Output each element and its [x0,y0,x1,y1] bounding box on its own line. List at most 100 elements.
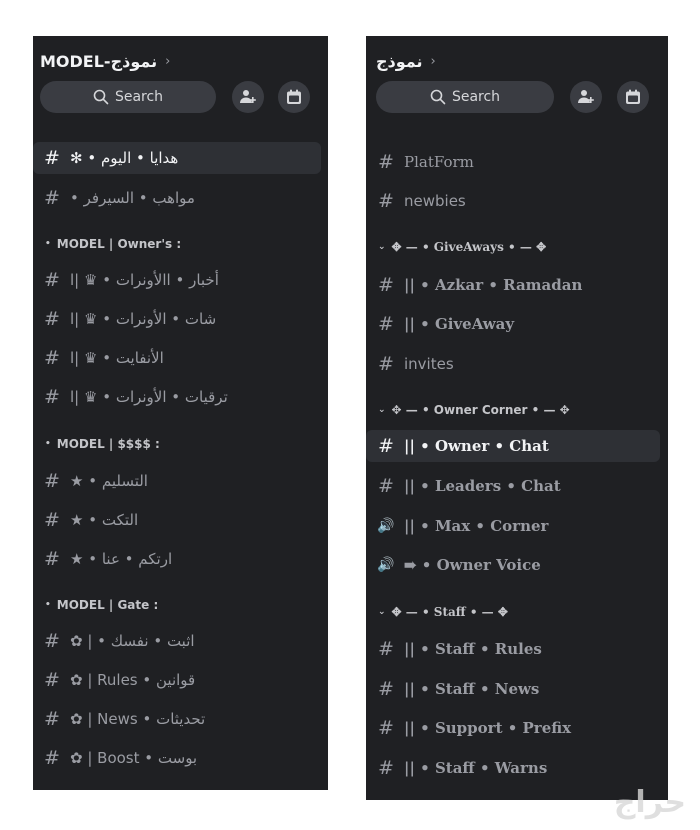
chevron-down-icon: ⌄ [378,242,386,252]
channel-row[interactable]: # ✿ | News • تحديثات [33,703,321,735]
category-name: MODEL | $$$$ : [56,437,160,451]
voice-channel-row[interactable]: 🔊 ➠ • Owner Voice [366,549,660,581]
channel-name: || • GiveAway [404,315,515,333]
search-button[interactable]: Search [40,81,216,113]
channel-row[interactable]: # أخبار • االأونرات • ♛ |ا [33,264,321,296]
channel-name: شات • الأونرات • ♛ |ا [70,310,217,328]
hashtag-icon: # [378,274,394,296]
channel-name: || • Support • Prefix [404,719,572,737]
hashtag-icon: # [378,313,394,335]
category-header[interactable]: ⌄ ✥ — • GiveAways • — ✥ [378,237,546,257]
channel-name: ★ • ارتكم • عنا [70,550,173,568]
events-button[interactable] [617,81,649,113]
channel-row[interactable]: # newbies [366,185,660,217]
right-channel-sidebar: نموذج › Search # PlatForm # newbies ⌄ ✥ … [366,36,668,800]
calendar-icon [626,89,640,104]
channel-row[interactable]: # ★ • التكت [33,504,321,536]
channel-row[interactable]: # ★ • ارتكم • عنا [33,543,321,575]
chevron-right-icon: › [165,53,171,69]
chevron-down-icon: ⌄ [378,405,386,415]
events-button[interactable] [278,81,310,113]
hashtag-icon: # [44,386,60,408]
category-header[interactable]: • MODEL | $$$$ : [45,434,160,454]
hashtag-icon: # [378,717,394,739]
hashtag-icon: # [44,187,60,209]
chevron-down-icon: • [45,239,51,249]
hashtag-icon: # [44,308,60,330]
hashtag-icon: # [44,470,60,492]
chevron-down-icon: ⌄ [378,607,386,617]
channel-row[interactable]: # شات • الأونرات • ♛ |ا [33,303,321,335]
server-name: نموذج [376,51,423,71]
channel-row[interactable]: # ✻ • هدايا • اليوم [33,142,321,174]
channel-row[interactable]: # || • Owner • Chat [366,430,660,462]
add-user-icon [240,90,256,103]
voice-channel-row[interactable]: 🔊 || • Max • Corner [366,510,660,542]
channel-name: PlatForm [404,153,474,171]
hashtag-icon: # [44,147,60,169]
channel-row[interactable]: # || • Staff • News [366,673,660,705]
hashtag-icon: # [44,747,60,769]
channel-row[interactable]: # ✿ | • اثبت • نفسك [33,625,321,657]
category-header[interactable]: ⌄ ✥ — • Staff • — ✥ [378,602,508,622]
category-header[interactable]: • MODEL | Owner's : [45,234,181,254]
category-name: ✥ — • GiveAways • — ✥ [391,240,547,254]
search-icon [430,89,446,105]
channel-row[interactable]: # || • Azkar • Ramadan [366,269,660,301]
invite-members-button[interactable] [570,81,602,113]
search-label: Search [451,89,501,105]
channel-name: ✿ | Boost • بوست [70,749,198,767]
channel-name: الأنفايت • ♛ |ا [70,349,164,367]
search-button[interactable]: Search [376,81,554,113]
calendar-icon [287,89,301,104]
channel-row[interactable]: # invites [366,348,660,380]
channel-name: ✿ | • اثبت • نفسك [70,632,195,650]
invite-members-button[interactable] [232,81,264,113]
channel-name: ✻ • هدايا • اليوم [70,149,179,167]
channel-row[interactable]: # ✿ | Boost • بوست [33,742,321,774]
channel-name: newbies [404,192,466,210]
speaker-icon: 🔊 [377,557,395,573]
hashtag-icon: # [378,757,394,779]
channel-name: ✿ | News • تحديثات [70,710,206,728]
chevron-down-icon: • [45,600,51,610]
channel-name: ★ • التسليم [70,472,148,490]
channel-row[interactable]: # الأنفايت • ♛ |ا [33,342,321,374]
hashtag-icon: # [44,269,60,291]
channel-row[interactable]: # || • Leaders • Chat [366,470,660,502]
channel-row[interactable]: # ✿ | Rules • قوانين [33,664,321,696]
channel-name: ➠ • Owner Voice [404,556,541,574]
channel-row[interactable]: # || • Staff • Rules [366,633,660,665]
channel-row[interactable]: # • مواهب • السيرفر [33,182,321,214]
hashtag-icon: # [378,151,394,173]
channel-row[interactable]: # PlatForm [366,146,660,178]
server-header[interactable]: MODEL-نموذج › [40,50,170,72]
category-name: MODEL | Owner's : [56,237,182,251]
channel-name: || • Staff • News [404,680,540,698]
hashtag-icon: # [44,708,60,730]
hashtag-icon: # [44,548,60,570]
hashtag-icon: # [378,678,394,700]
channel-name: • مواهب • السيرفر [70,189,195,207]
category-header[interactable]: ⌄ ✥ — • Owner Corner • — ✥ [378,400,570,420]
search-label: Search [114,89,164,105]
channel-name: || • Staff • Warns [404,759,548,777]
channel-row[interactable]: # ترقيات • الأونرات • ♛ |ا [33,381,321,413]
search-icon [93,89,109,105]
channel-row[interactable]: # ★ • التسليم [33,465,321,497]
category-header[interactable]: • MODEL | Gate : [45,595,158,615]
hashtag-icon: # [44,669,60,691]
server-header[interactable]: نموذج › [376,50,436,72]
hashtag-icon: # [378,475,394,497]
channel-row[interactable]: # || • GiveAway [366,308,660,340]
hashtag-icon: # [378,638,394,660]
category-name: MODEL | Gate : [56,598,159,612]
channel-row[interactable]: # || • Support • Prefix [366,712,660,744]
hashtag-icon: # [378,190,394,212]
channel-row[interactable]: # || • Staff • Warns [366,752,660,784]
channel-name: || • Azkar • Ramadan [404,276,583,294]
server-name: MODEL-نموذج [40,51,158,71]
watermark-logo: حراج [613,785,686,820]
chevron-down-icon: • [45,439,51,449]
category-name: ✥ — • Owner Corner • — ✥ [391,403,570,417]
